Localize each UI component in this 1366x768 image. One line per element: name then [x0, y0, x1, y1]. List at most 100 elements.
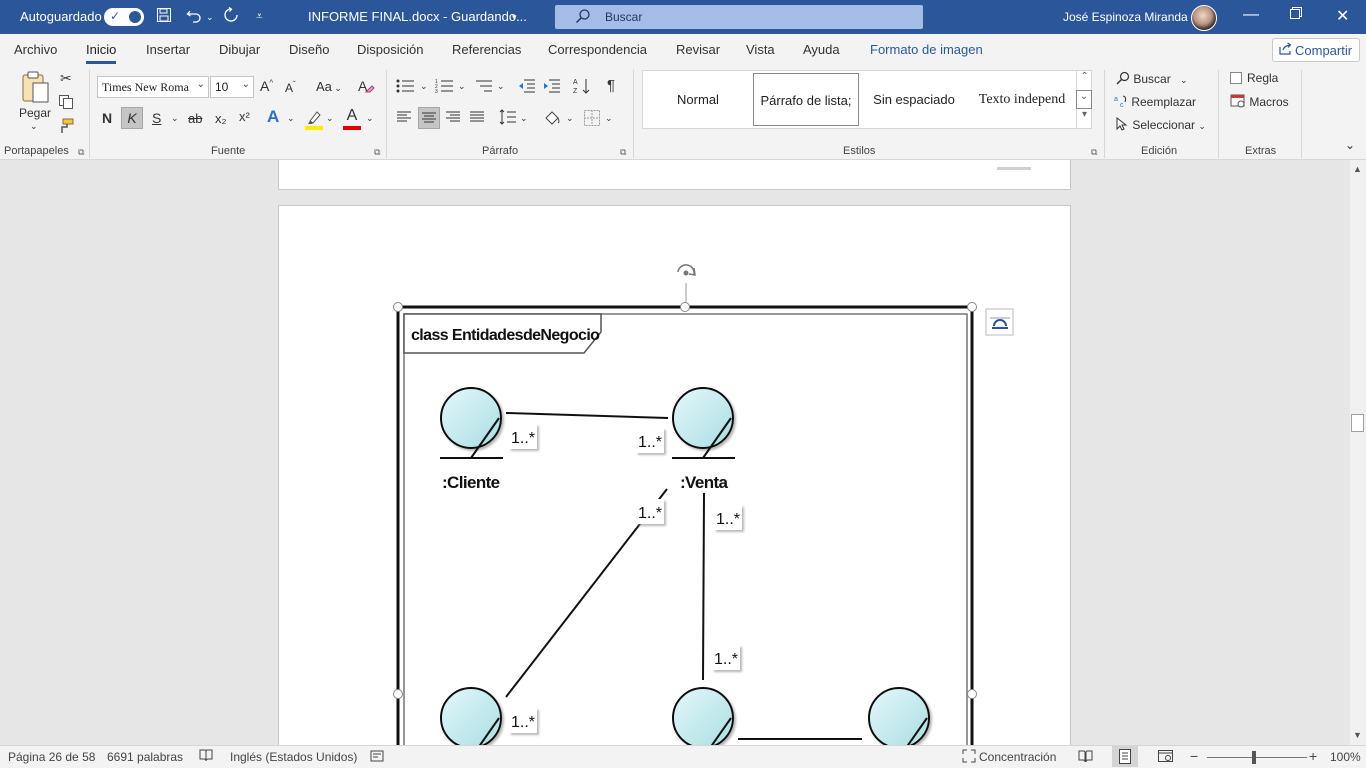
- print-layout-icon[interactable]: [1112, 746, 1138, 767]
- tab-inicio[interactable]: Inicio: [86, 42, 117, 64]
- undo-icon[interactable]: [186, 7, 202, 28]
- grow-font-icon[interactable]: A^: [260, 78, 273, 94]
- tab-correspondencia[interactable]: Correspondencia: [548, 42, 647, 57]
- tab-vista[interactable]: Vista: [746, 42, 775, 57]
- text-effects-button[interactable]: A: [267, 107, 279, 127]
- language-status[interactable]: Inglés (Estados Unidos): [230, 750, 357, 764]
- restore-icon[interactable]: [1290, 6, 1302, 24]
- chevron-down-icon[interactable]: ⌄: [420, 81, 428, 92]
- entity-lower-right[interactable]: [868, 687, 930, 745]
- avatar[interactable]: [1191, 5, 1217, 31]
- style-parrafo-de-lista[interactable]: Párrafo de lista;: [753, 73, 859, 126]
- chevron-down-icon[interactable]: ▾: [512, 12, 517, 23]
- dialog-launcher-icon[interactable]: ⧉: [1091, 147, 1097, 158]
- tab-dibujar[interactable]: Dibujar: [219, 42, 260, 57]
- chevron-down-icon[interactable]: ⌄: [458, 81, 466, 92]
- font-size-combobox[interactable]: 10 ⌄: [210, 76, 254, 98]
- zoom-slider-thumb[interactable]: [1252, 751, 1256, 764]
- clear-formatting-icon[interactable]: A: [357, 77, 375, 98]
- paste-icon[interactable]: [20, 70, 52, 109]
- customize-toolbar-icon[interactable]: ⩡: [256, 9, 263, 24]
- align-right-icon[interactable]: [445, 110, 461, 127]
- justify-icon[interactable]: [469, 110, 485, 127]
- chevron-down-icon[interactable]: ⌄: [326, 113, 334, 124]
- font-name-combobox[interactable]: Times New Roma ⌄: [97, 76, 209, 98]
- style-sin-espaciado[interactable]: Sin espaciado: [861, 73, 967, 126]
- style-normal[interactable]: Normal: [645, 73, 751, 126]
- image-selection-frame[interactable]: [396, 305, 974, 745]
- web-layout-icon[interactable]: [1158, 749, 1173, 766]
- tab-diseno[interactable]: Diseño: [289, 42, 329, 57]
- chevron-down-icon[interactable]: ⌄: [566, 113, 574, 124]
- change-case-button[interactable]: Aa ⌄: [316, 79, 342, 94]
- chevron-down-icon[interactable]: ⌄: [1076, 90, 1092, 109]
- underline-button[interactable]: S: [152, 110, 161, 126]
- scrollbar-thumb[interactable]: [1351, 414, 1364, 432]
- tab-referencias[interactable]: Referencias: [452, 42, 521, 57]
- highlight-icon[interactable]: [304, 108, 324, 133]
- tab-disposicion[interactable]: Disposición: [357, 42, 423, 57]
- align-center-icon[interactable]: [418, 107, 440, 129]
- replace-button[interactable]: ac Reemplazar: [1114, 94, 1196, 109]
- tab-revisar[interactable]: Revisar: [676, 42, 720, 57]
- find-button[interactable]: Buscar ⌄: [1116, 71, 1188, 86]
- chevron-down-icon[interactable]: ⌄: [30, 121, 38, 132]
- zoom-in-button[interactable]: +: [1309, 748, 1317, 764]
- tab-insertar[interactable]: Insertar: [146, 42, 190, 57]
- chevron-down-icon[interactable]: ⌄: [171, 113, 179, 124]
- close-icon[interactable]: ✕: [1336, 6, 1349, 26]
- ruler-checkbox[interactable]: Regla: [1230, 71, 1278, 85]
- select-button[interactable]: Seleccionar ⌄: [1115, 116, 1206, 132]
- entity-lower-left[interactable]: [440, 687, 502, 745]
- cut-icon[interactable]: ✂: [60, 70, 72, 87]
- dialog-launcher-icon[interactable]: ⧉: [78, 147, 84, 158]
- copy-icon[interactable]: [58, 94, 74, 113]
- chevron-down-icon[interactable]: ⌄: [206, 12, 214, 23]
- chevron-down-icon[interactable]: ⌄: [287, 113, 295, 124]
- style-texto-independiente[interactable]: Texto independ: [969, 73, 1075, 126]
- search-box[interactable]: Buscar: [555, 5, 923, 29]
- scroll-down-icon[interactable]: ▼: [1353, 730, 1362, 740]
- shrink-font-icon[interactable]: Aˇ: [285, 80, 296, 95]
- chevron-down-icon[interactable]: ⌄: [605, 113, 613, 124]
- chevron-down-icon[interactable]: ⌄: [497, 81, 505, 92]
- format-painter-icon[interactable]: [58, 118, 74, 137]
- decrease-indent-icon[interactable]: [518, 78, 536, 97]
- zoom-level[interactable]: 100%: [1330, 750, 1361, 764]
- entity-lower-middle[interactable]: [672, 687, 734, 745]
- save-icon[interactable]: [156, 7, 172, 28]
- bold-button[interactable]: N: [102, 110, 112, 126]
- chevron-down-icon[interactable]: ⌄: [366, 113, 374, 124]
- line-spacing-icon[interactable]: [499, 109, 517, 128]
- page-count[interactable]: Página 26 de 58: [8, 750, 95, 764]
- paste-button[interactable]: Pegar: [19, 106, 51, 120]
- bullets-icon[interactable]: [396, 78, 416, 97]
- superscript-button[interactable]: x²: [239, 109, 250, 124]
- tab-archivo[interactable]: Archivo: [14, 42, 57, 57]
- redo-icon[interactable]: [223, 6, 239, 28]
- share-button[interactable]: Compartir: [1272, 38, 1360, 62]
- sort-icon[interactable]: AZ: [573, 77, 591, 98]
- tab-formato-de-imagen[interactable]: Formato de imagen: [870, 42, 983, 57]
- focus-mode-button[interactable]: Concentración: [979, 750, 1056, 764]
- layout-options-button[interactable]: [985, 308, 1014, 336]
- vertical-scrollbar[interactable]: ▲ ▼: [1350, 160, 1366, 745]
- italic-button[interactable]: K: [121, 107, 143, 129]
- uml-diagram-image[interactable]: class EntidadesdeNegocio :Cliente :Venta…: [0, 160, 1350, 745]
- minimize-icon[interactable]: —: [1243, 6, 1259, 24]
- dialog-launcher-icon[interactable]: ⧉: [374, 147, 380, 158]
- subscript-button[interactable]: x₂: [215, 111, 227, 126]
- font-color-button[interactable]: A: [342, 107, 362, 130]
- strikethrough-button[interactable]: ab: [188, 111, 202, 126]
- increase-indent-icon[interactable]: [543, 78, 561, 97]
- numbering-icon[interactable]: 123: [435, 78, 455, 97]
- pilcrow-icon[interactable]: ¶: [607, 77, 615, 94]
- scroll-up-icon[interactable]: ▲: [1353, 164, 1362, 174]
- shading-icon[interactable]: [543, 109, 561, 130]
- word-count[interactable]: 6691 palabras: [107, 750, 183, 764]
- zoom-out-button[interactable]: −: [1190, 748, 1198, 764]
- read-mode-icon[interactable]: [1078, 749, 1093, 766]
- zoom-slider-track[interactable]: [1207, 757, 1307, 758]
- user-name[interactable]: José Espinoza Miranda: [1063, 10, 1188, 24]
- autosave-toggle[interactable]: ✓: [104, 8, 144, 26]
